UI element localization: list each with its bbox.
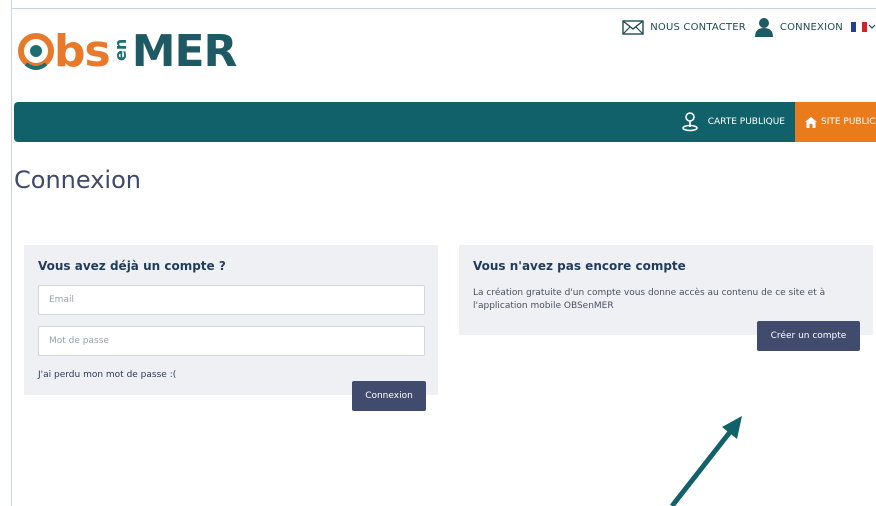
arrow-icon (670, 416, 742, 506)
